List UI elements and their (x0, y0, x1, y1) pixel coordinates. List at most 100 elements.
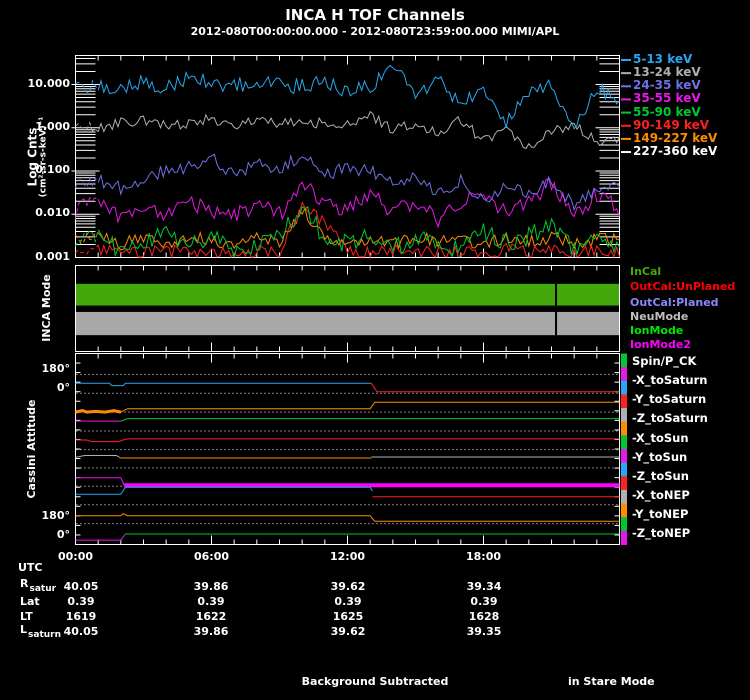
table-cell: 40.05 (63, 625, 99, 638)
y-axis-units-text: (cm²-sr-s-keV)⁻¹ (38, 116, 49, 198)
mode-legend-item: InCal (630, 265, 662, 278)
table-cell: 40.05 (63, 580, 99, 593)
attitude-legend-item: -X_toNEP (632, 488, 690, 503)
mode-legend-item: OutCal:UnPlaned (630, 280, 736, 293)
attitude-colorbar-segment (621, 449, 627, 464)
series-line-dashed (75, 244, 99, 255)
attitude-colorbar-segment (621, 503, 627, 518)
ytick-label: 10.000 (27, 76, 70, 90)
attitude-legend-item: -Y_toSun (632, 449, 688, 464)
attitude-colorbar-segment (621, 353, 627, 368)
attitude-colorbar-segment (621, 367, 627, 382)
series-line-dashed (75, 229, 99, 247)
table-row-label: LT (20, 610, 33, 623)
table-cell: 0.39 (67, 595, 95, 608)
legend-item: 35-55 keV (633, 91, 701, 106)
attitude-legend-item: -Z_toSaturn (632, 411, 708, 426)
utc-tick-label: 06:00 (193, 550, 230, 563)
inca-tof-plot-window: INCA H TOF Channels 2012-080T00:00:00.00… (0, 0, 750, 700)
attitude-colorbar-segment (621, 421, 627, 436)
attitude-colorbar-segment (621, 489, 627, 505)
table-row-label: Rsatur (20, 577, 57, 594)
footer-stare-mode: in Stare Mode (568, 675, 655, 688)
attitude-legend-item: -X_toSun (632, 430, 689, 445)
table-cell: 1625 (332, 610, 364, 623)
ytick-label: 0.001 (35, 249, 70, 263)
attitude-track (75, 513, 620, 522)
mode-legend-item: OutCal:Planed (630, 296, 719, 309)
attitude-colorbar-segment (621, 462, 627, 477)
series-line (97, 110, 620, 150)
attitude-legend-item: -X_toSaturn (632, 373, 708, 388)
attitude-colorbar-segment (621, 435, 627, 450)
tof-y-axis-title: Log Cnts (cm²-sr-s-keV)⁻¹ (25, 116, 49, 198)
attitude-track (120, 401, 620, 413)
panel-border-1 (75, 265, 620, 352)
attitude-ytick-label: 180° (41, 362, 70, 376)
attitude-legend-item: -Y_toNEP (632, 507, 689, 522)
attitude-panel-title: Cassini Attitude (24, 399, 38, 499)
attitude-legend-item: -Z_toNEP (632, 526, 691, 541)
attitude-legend-item: -Y_toSaturn (632, 392, 707, 407)
page-title: INCA H TOF Channels (285, 6, 465, 24)
attitude-track (370, 383, 620, 393)
table-cell: 39.35 (466, 625, 502, 638)
attitude-ytick-label: 180° (41, 509, 70, 523)
table-cell: 0.39 (470, 595, 498, 608)
table-row-label: Lat (20, 595, 40, 608)
table-row-label-subscript: saturn (28, 630, 62, 640)
mode-bar-0 (76, 283, 619, 306)
table-row-label-subscript: satur (29, 584, 57, 594)
table-cell: 39.86 (193, 625, 229, 638)
table-cell: 39.62 (330, 580, 366, 593)
legend-item: 55-90 keV (633, 104, 701, 119)
table-row-label: Lsaturn (20, 623, 62, 640)
attitude-legend-item: -Z_toSun (632, 468, 689, 483)
series-line-dashed (75, 121, 99, 133)
mode-legend-item: IonMode2 (630, 338, 691, 351)
plot-subtitle: 2012-080T00:00:00.000 - 2012-080T23:59:0… (190, 25, 560, 38)
series-line (97, 64, 620, 130)
attitude-colorbar-segment (621, 476, 627, 491)
panel-border-0 (75, 55, 620, 258)
attitude-colorbar-segment (621, 394, 627, 409)
table-cell: 0.39 (197, 595, 225, 608)
mode-legend-item: NeuMode (630, 310, 689, 323)
attitude-track (120, 418, 620, 422)
attitude-legend-item: Spin/P_CK (632, 354, 697, 368)
table-cell: 39.62 (330, 625, 366, 638)
attitude-colorbar-segment (621, 530, 627, 545)
mode-legend-item: IonMode (630, 324, 684, 337)
table-cell: 1622 (195, 610, 227, 623)
series-line (97, 201, 620, 259)
utc-tick-label: 00:00 (57, 550, 94, 563)
table-cell: 39.34 (466, 580, 502, 593)
attitude-track (75, 533, 126, 541)
attitude-colorbar-segment (621, 380, 627, 395)
attitude-track (75, 438, 620, 443)
attitude-ytick-label: 0° (56, 527, 70, 541)
attitude-track (75, 486, 373, 495)
attitude-colorbar-segment (621, 517, 627, 532)
ytick-label: 0.010 (35, 206, 70, 220)
mode-panel-title: INCA Mode (39, 274, 53, 342)
table-cell: 0.39 (334, 595, 362, 608)
series-line-dashed (75, 177, 99, 189)
attitude-track (75, 477, 125, 486)
utc-tick-label: 12:00 (329, 550, 366, 563)
legend-item: 227-360 keV (633, 144, 718, 159)
attitude-ytick-label: 0° (56, 381, 70, 395)
footer-background-subtracted: Background Subtracted (301, 675, 449, 688)
table-cell: 39.86 (193, 580, 229, 593)
mode-bar-1 (76, 311, 619, 336)
table-cell: 1628 (468, 610, 500, 623)
attitude-track (75, 409, 122, 414)
series-line (97, 153, 620, 212)
attitude-track (75, 382, 372, 387)
series-line-dashed (75, 231, 99, 246)
utc-axis-label: UTC (18, 561, 43, 574)
attitude-track (75, 455, 122, 459)
utc-tick-label: 18:00 (465, 550, 502, 563)
series-line (97, 205, 620, 259)
table-cell: 1619 (65, 610, 97, 623)
